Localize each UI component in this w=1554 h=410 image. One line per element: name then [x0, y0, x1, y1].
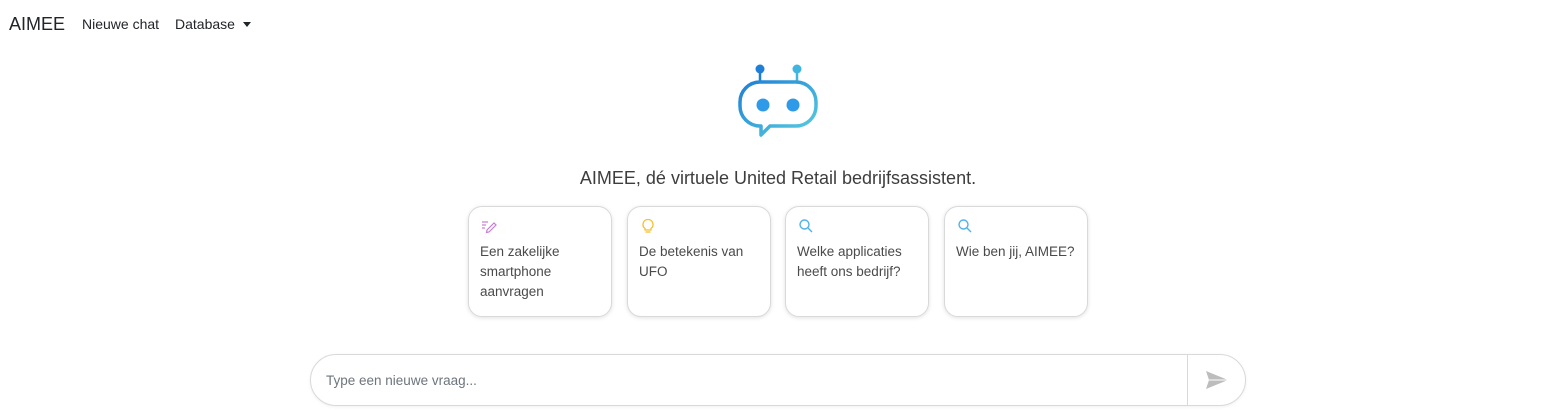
send-icon: [1206, 371, 1228, 389]
new-chat-label: Nieuwe chat: [82, 16, 160, 32]
suggestion-card-applications[interactable]: Welke applicaties heeft ons bedrijf?: [785, 206, 929, 317]
chat-input-group: [310, 354, 1246, 406]
database-dropdown[interactable]: Database: [175, 16, 251, 32]
database-label: Database: [175, 16, 235, 32]
search-icon: [958, 219, 972, 233]
pencil-lines-icon: [482, 221, 497, 234]
caret-down-icon: [242, 21, 251, 27]
suggestion-text: De betekenis van UFO: [639, 244, 744, 279]
search-icon: [799, 219, 813, 233]
robot-chat-bubble-icon: [738, 64, 818, 137]
suggestion-card-who-are-you[interactable]: Wie ben jij, AIMEE?: [944, 206, 1088, 317]
suggestion-card-smartphone[interactable]: Een zakelijke smartphone aanvragen: [468, 206, 612, 317]
brand-link[interactable]: AIMEE: [9, 14, 65, 35]
suggestion-text: Een zakelijke smartphone aanvragen: [480, 244, 560, 299]
suggestion-card-ufo[interactable]: De betekenis van UFO: [627, 206, 771, 317]
tagline: AIMEE, dé virtuele United Retail bedrijf…: [579, 168, 977, 188]
question-input[interactable]: [312, 356, 1186, 404]
send-button[interactable]: [1187, 355, 1246, 405]
suggestion-text: Welke applicaties heeft ons bedrijf?: [797, 244, 902, 279]
lightbulb-icon: [642, 218, 654, 233]
top-navbar: AIMEE Nieuwe chat Database: [0, 0, 1554, 50]
suggestion-text: Wie ben jij, AIMEE?: [956, 244, 1075, 259]
new-chat-link[interactable]: Nieuwe chat: [82, 16, 159, 32]
